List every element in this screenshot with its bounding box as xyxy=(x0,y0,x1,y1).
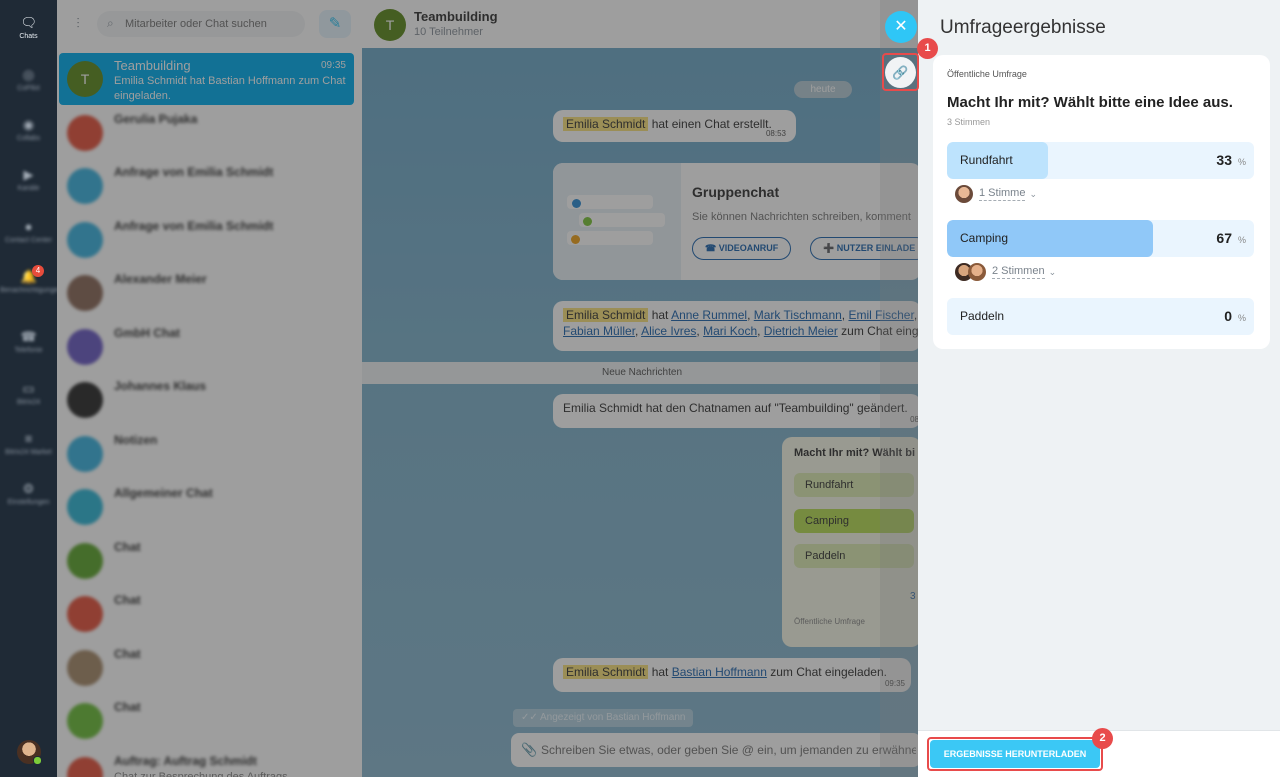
panel-gutter xyxy=(880,0,918,777)
rail-label: Benachrichtigungen xyxy=(0,287,62,294)
voters-toggle[interactable]: 2 Stimmen xyxy=(992,265,1045,279)
percent-sign: % xyxy=(1237,157,1246,167)
rail-item-bitrix24[interactable]: ▭ Bitrix24 xyxy=(0,381,57,407)
step-marker-1: 1 xyxy=(917,38,938,59)
chat-bubbles-icon: 🗨 xyxy=(20,15,38,30)
result-label: Rundfahrt xyxy=(960,153,1013,167)
market-icon: ≡ xyxy=(24,431,33,446)
result-percent: 33 xyxy=(1216,152,1232,168)
rail-label: Kanäle xyxy=(17,185,40,192)
chevron-down-icon: ⌄ xyxy=(1029,188,1038,199)
rail-item-market[interactable]: ≡ Bitrix24 Market xyxy=(0,431,57,457)
user-avatar[interactable] xyxy=(17,740,42,765)
rail-label: Bitrix24 xyxy=(16,399,41,406)
result-label: Paddeln xyxy=(960,309,1005,323)
rail-label: Chats xyxy=(19,33,38,40)
rail-label: CoPilot xyxy=(17,85,40,92)
monitor-icon: ▭ xyxy=(22,381,35,396)
rail-item-channels[interactable]: ▶ Kanäle xyxy=(0,167,57,193)
phone-icon: ☎ xyxy=(20,329,37,344)
poll-total-votes: 3 Stimmen xyxy=(947,117,991,127)
rail-label: Telefonie xyxy=(14,347,43,354)
collab-icon: ◉ xyxy=(22,117,35,132)
close-panel-button[interactable]: ✕ xyxy=(885,11,917,43)
rail-label: Collabs xyxy=(16,135,41,142)
step-marker-2: 2 xyxy=(1092,728,1113,749)
chevron-down-icon: ⌄ xyxy=(1048,266,1057,277)
rail-item-settings[interactable]: ⚙ Einstellungen xyxy=(0,481,57,507)
rail-label: Einstellungen xyxy=(7,499,50,506)
contact-center-icon: ● xyxy=(24,219,33,234)
highlight-frame xyxy=(882,53,919,91)
rail-item-collabs[interactable]: ◉ Collabs xyxy=(0,117,57,143)
result-percent: 0 xyxy=(1224,308,1232,324)
percent-sign: % xyxy=(1237,235,1246,245)
highlight-frame xyxy=(927,737,1103,771)
notification-badge: 4 xyxy=(32,265,44,277)
result-percent: 67 xyxy=(1216,230,1232,246)
poll-type: Öffentliche Umfrage xyxy=(947,69,1027,79)
voter-avatar xyxy=(968,263,986,281)
rail-label: Contact Center xyxy=(4,237,53,244)
left-rail: 🗨 Chats ◎ CoPilot ◉ Collabs ▶ Kanäle ● C… xyxy=(0,0,62,777)
result-row: Rundfahrt 33 % xyxy=(947,142,1254,179)
result-voters[interactable]: 1 Stimme ⌄ xyxy=(955,185,1037,205)
voters-toggle[interactable]: 1 Stimme xyxy=(979,187,1026,201)
rail-item-telephony[interactable]: ☎ Telefonie xyxy=(0,329,57,355)
rail-item-chats[interactable]: 🗨 Chats xyxy=(0,15,57,41)
result-voters[interactable]: 2 Stimmen ⌄ xyxy=(955,263,1056,283)
modal-backdrop[interactable] xyxy=(57,0,918,777)
result-row: Camping 67 % xyxy=(947,220,1254,257)
percent-sign: % xyxy=(1237,313,1246,323)
close-icon: ✕ xyxy=(894,18,908,35)
gear-icon: ⚙ xyxy=(22,481,35,496)
rail-item-copilot[interactable]: ◎ CoPilot xyxy=(0,67,57,93)
rail-item-notifications[interactable]: 🔔 4 Benachrichtigungen xyxy=(0,265,62,294)
megaphone-icon: ▶ xyxy=(23,167,34,182)
panel-title: Umfrageergebnisse xyxy=(940,17,1106,38)
poll-question: Macht Ihr mit? Wählt bitte eine Idee aus… xyxy=(947,94,1233,111)
copilot-icon: ◎ xyxy=(22,67,35,82)
voter-avatar xyxy=(955,185,973,203)
rail-item-contact-center[interactable]: ● Contact Center xyxy=(0,219,57,245)
result-row: Paddeln 0 % xyxy=(947,298,1254,335)
result-label: Camping xyxy=(960,231,1009,245)
poll-results-card: Öffentliche Umfrage Macht Ihr mit? Wählt… xyxy=(933,55,1270,349)
rail-label: Bitrix24 Market xyxy=(5,449,52,456)
